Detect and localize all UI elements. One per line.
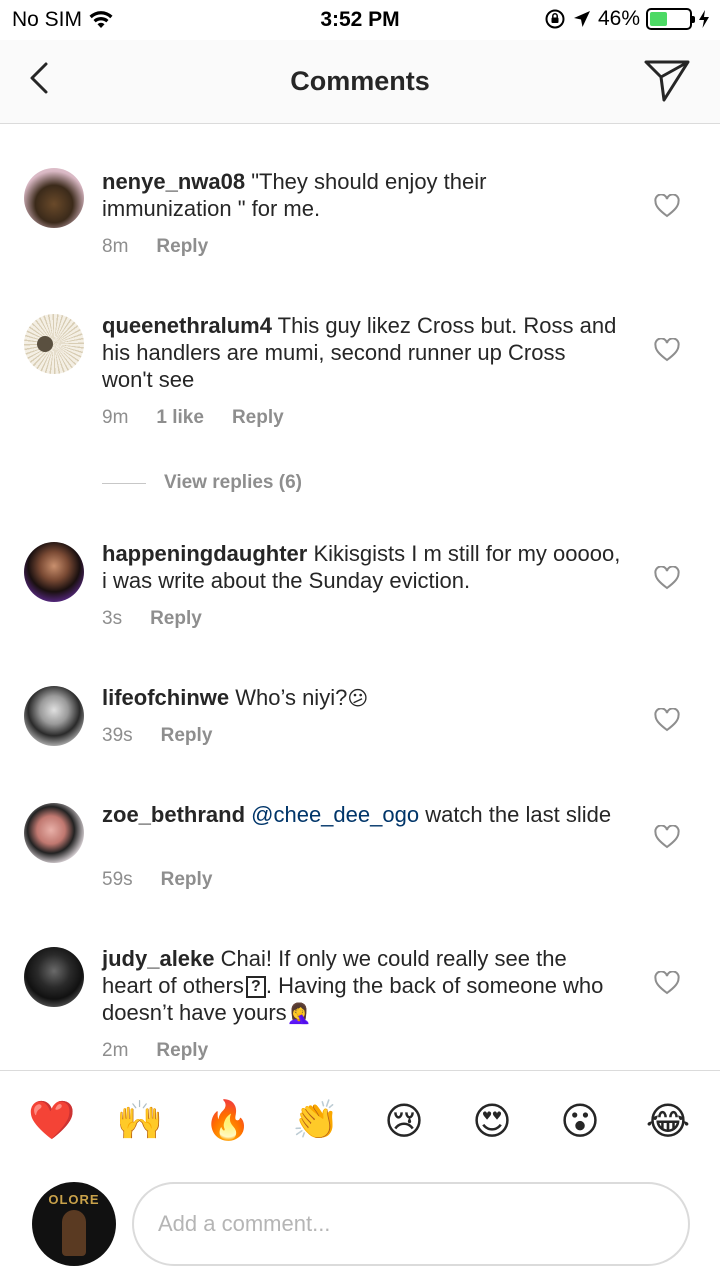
comment-username[interactable]: happeningdaughter xyxy=(102,541,307,566)
avatar[interactable] xyxy=(24,168,84,228)
comment-time: 59s xyxy=(102,869,133,890)
comment-meta: 39s Reply xyxy=(102,725,212,747)
status-right: 46% xyxy=(544,7,710,31)
comment-content: Who’s niyi? xyxy=(229,685,348,710)
raised-hands-emoji-button[interactable]: 🙌 xyxy=(113,1094,167,1148)
comment-meta: 9m 1 like Reply xyxy=(102,407,284,429)
view-replies-button[interactable]: View replies (6) xyxy=(102,472,302,494)
avatar[interactable] xyxy=(24,314,84,374)
orientation-lock-icon xyxy=(545,9,565,29)
comment-username[interactable]: zoe_bethrand xyxy=(102,802,245,827)
heart-icon[interactable] xyxy=(654,971,680,995)
battery-fill xyxy=(650,12,668,26)
heart-icon[interactable] xyxy=(654,708,680,732)
comment-username[interactable]: nenye_nwa08 xyxy=(102,169,245,194)
comment-meta: 3s Reply xyxy=(102,608,202,630)
comment-meta: 2m Reply xyxy=(102,1040,208,1062)
comment-meta: 8m Reply xyxy=(102,236,208,258)
reply-button[interactable]: Reply xyxy=(156,1040,208,1062)
comment-content: watch the last slide xyxy=(419,802,612,827)
avatar-figure xyxy=(62,1210,86,1256)
comment-composer: OLORE xyxy=(0,1170,720,1280)
nav-bar: Comments xyxy=(0,40,720,124)
heart-icon[interactable] xyxy=(654,825,680,849)
crying-emoji-button[interactable]: 😢 xyxy=(377,1094,431,1148)
fire-emoji-button[interactable]: 🔥 xyxy=(201,1094,255,1148)
reply-button[interactable]: Reply xyxy=(156,236,208,258)
comment-text: nenye_nwa08 "They should enjoy their imm… xyxy=(102,168,622,222)
laughing-emoji-button[interactable]: 😂 xyxy=(641,1094,695,1148)
comment-username[interactable]: lifeofchinwe xyxy=(102,685,229,710)
my-avatar[interactable]: OLORE xyxy=(32,1182,116,1266)
avatar-logo-text: OLORE xyxy=(48,1192,100,1207)
comment-meta: 59s Reply xyxy=(102,869,212,891)
avatar-detail xyxy=(37,336,53,352)
comment-username[interactable]: queenethralum4 xyxy=(102,313,272,338)
comment-time: 8m xyxy=(102,236,129,257)
page-title: Comments xyxy=(290,66,430,96)
reply-button[interactable]: Reply xyxy=(150,608,202,630)
view-replies-line xyxy=(102,482,146,484)
facepalm-emoji: 🤦‍♀️ xyxy=(286,1001,312,1025)
heart-icon[interactable] xyxy=(654,194,680,218)
clapping-emoji-button[interactable]: 👏 xyxy=(289,1094,343,1148)
avatar[interactable] xyxy=(24,686,84,746)
comment-time: 3s xyxy=(102,608,123,629)
comment-text: judy_aleke Chai! If only we could really… xyxy=(102,945,622,1027)
comment-time: 39s xyxy=(102,725,133,746)
view-replies-label: View replies (6) xyxy=(164,472,302,493)
heart-icon[interactable] xyxy=(654,566,680,590)
surprised-emoji-button[interactable]: 😮 xyxy=(553,1094,607,1148)
comment-text: happeningdaughter Kikisgists I m still f… xyxy=(102,540,622,594)
likes-count[interactable]: 1 like xyxy=(156,407,204,429)
location-arrow-icon xyxy=(573,11,590,27)
confused-face-emoji: 😕 xyxy=(347,686,369,710)
avatar[interactable] xyxy=(24,542,84,602)
comment-text: zoe_bethrand @chee_dee_ogo watch the las… xyxy=(102,801,622,828)
emoji-quick-bar: ❤️ 🙌 🔥 👏 😢 😍 😮 😂 xyxy=(0,1070,720,1170)
battery-icon xyxy=(646,8,695,30)
avatar[interactable] xyxy=(24,803,84,863)
reply-button[interactable]: Reply xyxy=(161,725,213,747)
heart-eyes-emoji-button[interactable]: 😍 xyxy=(465,1094,519,1148)
reply-button[interactable]: Reply xyxy=(161,869,213,891)
comment-username[interactable]: judy_aleke xyxy=(102,946,215,971)
comments-list: nenye_nwa08 "They should enjoy their imm… xyxy=(0,124,720,1070)
paper-plane-icon[interactable] xyxy=(642,54,692,104)
unknown-emoji-box: ? xyxy=(245,976,266,999)
heart-emoji-button[interactable]: ❤️ xyxy=(25,1094,79,1148)
reply-button[interactable]: Reply xyxy=(232,407,284,429)
comment-time: 2m xyxy=(102,1040,129,1061)
charging-bolt-icon xyxy=(699,10,709,28)
comment-text: queenethralum4 This guy likez Cross but.… xyxy=(102,312,622,393)
comment-time: 9m xyxy=(102,407,129,428)
comment-text: lifeofchinwe Who’s niyi?😕 xyxy=(102,684,622,712)
comment-input[interactable] xyxy=(132,1182,690,1266)
mention-link[interactable]: @chee_dee_ogo xyxy=(245,802,419,827)
battery-percent: 46% xyxy=(597,7,640,30)
status-bar: No SIM 3:52 PM 46% xyxy=(0,0,720,40)
avatar[interactable] xyxy=(24,947,84,1007)
heart-icon[interactable] xyxy=(654,338,680,362)
